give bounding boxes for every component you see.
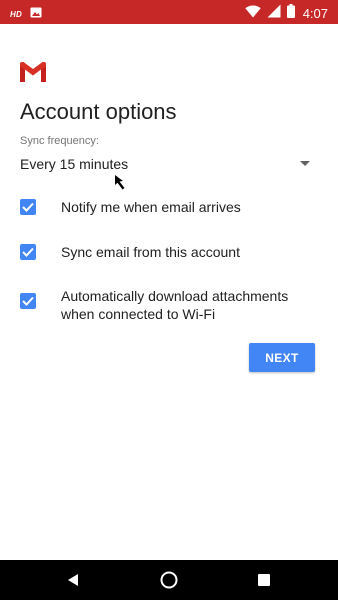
- hd-icon: HD: [10, 9, 22, 19]
- status-right: 4:07: [244, 4, 328, 23]
- sync-frequency-value: Every 15 minutes: [20, 156, 129, 172]
- image-icon: [30, 5, 42, 23]
- wifi-icon: [244, 5, 261, 23]
- page-title: Account options: [20, 99, 177, 124]
- home-button[interactable]: [149, 560, 189, 600]
- sync-email-label: Sync email from this account: [61, 244, 240, 260]
- download-attachments-checkbox[interactable]: [20, 293, 36, 309]
- navigation-bar: [0, 560, 338, 600]
- notify-label: Notify me when email arrives: [61, 199, 241, 215]
- signal-icon: [267, 4, 281, 23]
- gmail-logo-icon: [20, 62, 46, 82]
- next-button[interactable]: NEXT: [249, 343, 315, 372]
- notify-option[interactable]: Notify me when email arrives: [20, 198, 320, 218]
- back-icon: [68, 574, 78, 586]
- status-left: HD: [10, 5, 42, 23]
- recents-button[interactable]: [244, 560, 284, 600]
- recents-icon: [258, 574, 270, 586]
- download-attachments-label: Automatically download attachments when …: [61, 288, 289, 322]
- sync-email-option[interactable]: Sync email from this account: [20, 243, 320, 263]
- sync-frequency-label: Sync frequency:: [20, 135, 99, 147]
- sync-email-checkbox[interactable]: [20, 244, 36, 260]
- back-button[interactable]: [53, 560, 93, 600]
- battery-icon: [286, 4, 295, 23]
- notify-checkbox[interactable]: [20, 199, 36, 215]
- sync-frequency-dropdown[interactable]: Every 15 minutes: [20, 152, 316, 178]
- mouse-cursor-icon: [114, 174, 130, 192]
- dropdown-arrow-icon: [300, 161, 310, 166]
- status-bar: HD 4:07: [0, 0, 338, 24]
- download-attachments-option[interactable]: Automatically download attachments when …: [20, 287, 320, 323]
- home-icon: [160, 571, 178, 589]
- status-time: 4:07: [302, 5, 328, 21]
